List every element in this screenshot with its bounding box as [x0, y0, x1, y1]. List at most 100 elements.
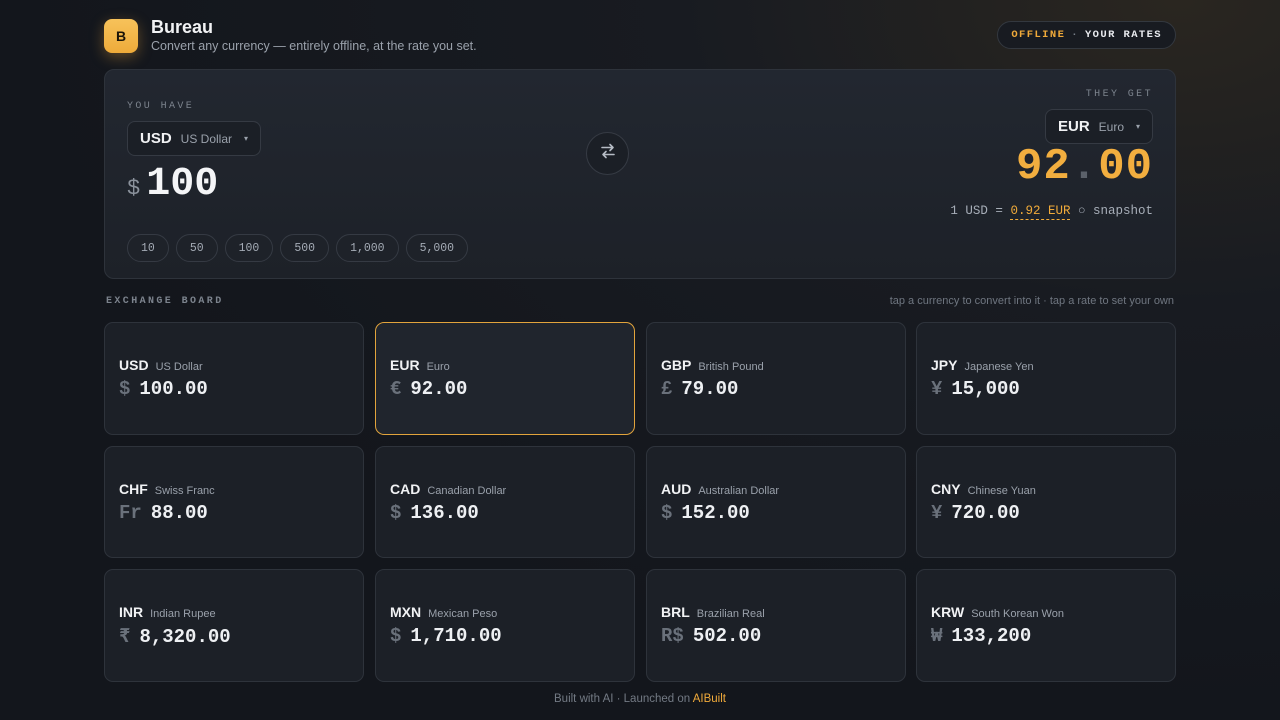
currency-amount[interactable]: ₹8,320.00: [119, 625, 231, 648]
converter-panel: YOU HAVE USD US Dollar ▾ $ 100 10 50 100 50…: [104, 69, 1176, 279]
currency-value: 133,200: [951, 625, 1032, 647]
currency-value: 88.00: [150, 502, 208, 524]
rate-snapshot: ○ snapshot: [1077, 204, 1153, 218]
board-hint: tap a currency to convert into it · tap …: [889, 295, 1174, 307]
currency-amount[interactable]: $100.00: [119, 378, 208, 400]
preset-button[interactable]: 10: [127, 234, 169, 262]
currency-amount[interactable]: £79.00: [661, 378, 738, 400]
converted-result: 92.00: [1016, 142, 1153, 192]
preset-button[interactable]: 1,000: [336, 234, 399, 262]
preset-button[interactable]: 500: [280, 234, 330, 262]
currency-card-chf[interactable]: CHF Swiss Franc Fr 88.00: [104, 446, 364, 558]
currency-card-header: CAD Canadian Dollar: [390, 481, 506, 497]
from-currency-select[interactable]: USD US Dollar ▾: [127, 121, 261, 156]
preset-button[interactable]: 5,000: [405, 234, 469, 262]
currency-code: GBP: [661, 357, 692, 373]
footer-link[interactable]: AIBuilt: [693, 693, 726, 705]
currency-symbol: $: [390, 625, 402, 647]
currency-card-inr[interactable]: INR Indian Rupee ₹8,320.00: [104, 569, 364, 682]
currency-symbol: £: [661, 378, 673, 400]
rate-line: 1 USD = 0.92 EUR ○ snapshot: [950, 204, 1153, 220]
currency-card-cad[interactable]: CAD Canadian Dollar $136.00: [375, 446, 635, 558]
mode-badge: OFFLINE · YOUR RATES: [997, 21, 1176, 49]
from-currency-code: USD: [140, 130, 172, 147]
currency-amount[interactable]: ¥720.00: [931, 502, 1020, 524]
currency-symbol: ₩: [931, 625, 943, 647]
currency-amount[interactable]: R$ 502.00: [661, 625, 761, 647]
currency-card-brl[interactable]: BRL Brazilian Real R$ 502.00: [646, 569, 906, 682]
currency-card-header: CNY Chinese Yuan: [931, 481, 1036, 497]
currency-code: BRL: [661, 604, 690, 620]
currency-name: Brazilian Real: [696, 608, 765, 620]
currency-name: US Dollar: [155, 361, 203, 373]
currency-card-header: KRW South Korean Won: [931, 604, 1064, 620]
currency-code: KRW: [931, 604, 965, 620]
app-logo: B: [104, 19, 138, 53]
rate-value[interactable]: 0.92 EUR: [1010, 204, 1071, 220]
currency-card-eur[interactable]: EUR Euro €92.00: [375, 322, 635, 435]
currency-card-header: CHF Swiss Franc: [119, 481, 215, 497]
currency-value: 92.00: [410, 378, 468, 400]
result-decimals: 00: [1098, 142, 1153, 192]
currency-symbol: $: [390, 502, 402, 524]
preset-button[interactable]: 50: [175, 234, 218, 262]
currency-card-krw[interactable]: KRW South Korean Won ₩133,200: [916, 569, 1176, 682]
currency-name: Australian Dollar: [698, 485, 780, 497]
currency-name: Chinese Yuan: [967, 485, 1036, 497]
currency-symbol: $: [661, 502, 673, 524]
currency-amount[interactable]: $1,710.00: [390, 625, 502, 647]
currency-card-header: EUR Euro: [390, 357, 450, 373]
currency-card-usd[interactable]: USD US Dollar $100.00: [104, 322, 364, 435]
currency-amount[interactable]: $136.00: [390, 502, 479, 524]
app-title: Bureau: [151, 17, 214, 37]
currency-symbol: ₹: [119, 626, 131, 648]
your-rates-label: YOUR RATES: [1084, 29, 1162, 41]
currency-card-aud[interactable]: AUD Australian Dollar $152.00: [646, 446, 906, 558]
currency-card-header: MXN Mexican Peso: [390, 604, 497, 620]
currency-code: EUR: [390, 357, 420, 373]
they-get-label: THEY GET: [1085, 89, 1153, 100]
currency-code: USD: [119, 357, 149, 373]
currency-card-mxn[interactable]: MXN Mexican Peso $1,710.00: [375, 569, 635, 682]
amount-currency-symbol: $: [127, 176, 141, 201]
to-currency-select[interactable]: EUR Euro ▾: [1045, 109, 1153, 144]
currency-value: 152.00: [681, 502, 750, 524]
currency-symbol: ¥: [931, 378, 943, 400]
currency-code: INR: [119, 604, 144, 620]
currency-code: CNY: [931, 481, 961, 497]
result-decimal-point: .: [1070, 142, 1099, 192]
currency-name: Japanese Yen: [964, 361, 1034, 373]
currency-symbol: €: [390, 378, 402, 400]
you-have-label: YOU HAVE: [127, 101, 195, 112]
currency-code: MXN: [390, 604, 422, 620]
currency-amount[interactable]: Fr 88.00: [119, 502, 208, 524]
currency-card-jpy[interactable]: JPY Japanese Yen ¥15,000: [916, 322, 1176, 435]
from-currency-name: US Dollar: [180, 131, 233, 146]
amount-input[interactable]: 100: [146, 162, 218, 207]
currency-card-cny[interactable]: CNY Chinese Yuan ¥720.00: [916, 446, 1176, 558]
currency-symbol: ¥: [931, 502, 943, 524]
rate-prefix: 1 USD =: [950, 204, 1003, 218]
currency-code: CAD: [390, 481, 421, 497]
currency-amount[interactable]: €92.00: [390, 378, 467, 400]
currency-code: AUD: [661, 481, 692, 497]
currency-card-header: JPY Japanese Yen: [931, 357, 1034, 373]
currency-amount[interactable]: ¥15,000: [931, 378, 1020, 400]
to-currency-name: Euro: [1098, 119, 1125, 134]
currency-name: Swiss Franc: [154, 485, 215, 497]
currency-value: 15,000: [951, 378, 1020, 400]
currency-value: 720.00: [951, 502, 1020, 524]
chevron-down-icon: ▾: [1135, 122, 1140, 131]
currency-amount[interactable]: ₩133,200: [931, 625, 1031, 647]
currency-amount[interactable]: $152.00: [661, 502, 750, 524]
currency-card-header: GBP British Pound: [661, 357, 764, 373]
preset-button[interactable]: 100: [224, 234, 274, 262]
currency-code: JPY: [931, 357, 958, 373]
to-currency-code: EUR: [1058, 118, 1090, 135]
amount-display[interactable]: $ 100: [127, 162, 218, 207]
currency-card-gbp[interactable]: GBP British Pound £79.00: [646, 322, 906, 435]
currency-symbol: Fr: [119, 502, 142, 524]
currency-value: 100.00: [139, 378, 208, 400]
swap-button[interactable]: [586, 132, 629, 175]
currency-value: 8,320.00: [139, 626, 231, 648]
